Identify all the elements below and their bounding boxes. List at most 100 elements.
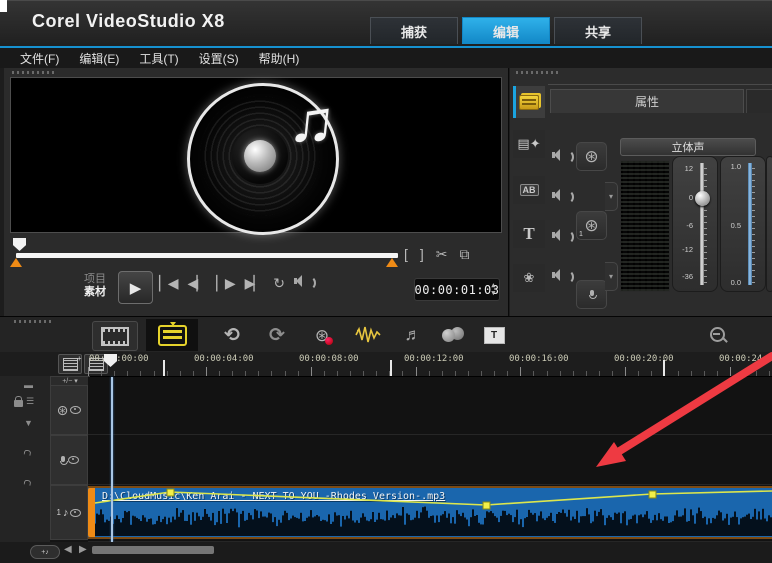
ruler-tick [429, 371, 430, 376]
gain-slider[interactable]: 120-6-12-36 [672, 156, 718, 292]
nav-title-button[interactable]: T [513, 220, 545, 248]
overlay-track-number: 1 [579, 231, 583, 238]
voice-track-row[interactable] [88, 435, 772, 485]
chevron-down-icon: ▾ [609, 192, 613, 201]
play-button[interactable]: ▶ [118, 271, 153, 304]
film-reel-icon: ⊛ [584, 217, 598, 234]
video-track-row[interactable] [88, 377, 772, 435]
zoom-out-button[interactable] [706, 321, 730, 349]
track-manager-button[interactable] [58, 354, 82, 374]
nav-graphics-button[interactable]: ❀ [513, 264, 545, 292]
video-track-header[interactable]: ⊛ [50, 385, 88, 435]
tab-edit[interactable]: 编辑 [462, 17, 550, 44]
ripple-edit-icon[interactable]: ▬ [24, 380, 33, 390]
timeline-ruler[interactable]: 00:00:00:0000:00:04:0000:00:08:0000:00:1… [88, 352, 772, 376]
audio-clip[interactable]: D:\CloudMusic\Ken Arai - NEXT TO YOU -Rh… [88, 486, 772, 539]
trim-start-handle[interactable] [10, 258, 22, 267]
voice-mute-icon[interactable] [552, 229, 566, 241]
mark-in-button[interactable]: [ [404, 246, 408, 263]
go-end-button[interactable]: ▶▏ [245, 275, 263, 292]
nav-transition-button[interactable]: ▤✦ [513, 130, 545, 158]
gain-scale-label: -12 [675, 245, 693, 254]
timecode-value: 00:00:01:03 [415, 283, 500, 297]
panel-drag-handle[interactable] [516, 71, 560, 74]
sound-mixer-button[interactable]: ♪ [350, 321, 386, 349]
ruler-tick [140, 371, 141, 376]
zoom-out-icon [710, 327, 726, 343]
ruler-tick [520, 367, 521, 376]
volume-envelope[interactable] [88, 488, 772, 537]
mode-clip-label[interactable]: 素材 [84, 286, 106, 299]
record-capture-button[interactable]: ⊛ [306, 321, 338, 349]
video-track-button[interactable]: ⊛ [576, 142, 607, 171]
motion-tracking-button[interactable] [438, 321, 472, 349]
ruler-tick [324, 371, 325, 376]
level-slider[interactable]: 1.00.50.0 [720, 156, 766, 292]
stereo-button[interactable]: 立体声 [620, 138, 756, 156]
scrubber-playhead[interactable] [13, 238, 26, 251]
timeline-playhead-line[interactable] [111, 377, 113, 542]
mark-out-button[interactable]: ] [420, 246, 424, 263]
menu-item-4[interactable]: 帮助(H) [259, 50, 300, 67]
gain-scale-label: 12 [675, 164, 693, 173]
timeline-view-button[interactable] [146, 319, 198, 351]
overlay-track-button[interactable]: ⊛ 1 [576, 211, 607, 240]
subtitle-editor-button[interactable]: T [478, 321, 510, 349]
ruler-tick [651, 371, 652, 376]
ruler-tick [678, 371, 679, 376]
music-track-header[interactable]: 1 ♪ [50, 485, 88, 540]
horizontal-scrollbar[interactable] [92, 546, 214, 554]
redo-button[interactable]: ⟳ [261, 321, 293, 349]
add-track-button[interactable]: +♪ [30, 545, 60, 559]
ruler-tick [245, 371, 246, 376]
tab-capture[interactable]: 捕获 [370, 17, 458, 44]
system-volume-icon[interactable] [294, 275, 308, 287]
panel-drag-handle[interactable] [12, 71, 56, 74]
timeline-area: 00:00:00:0000:00:04:0000:00:08:0000:00:1… [0, 352, 772, 563]
scroll-left-button[interactable]: ◀ [64, 544, 72, 555]
mode-project-label[interactable]: 项目 [84, 273, 106, 286]
scrubber-bar[interactable] [16, 253, 398, 258]
undo-button[interactable]: ⟲ [216, 321, 248, 349]
music-mute-icon[interactable] [552, 269, 566, 281]
timecode-down-icon[interactable]: ▼ [491, 289, 496, 297]
menu-item-2[interactable]: 工具(T) [139, 50, 178, 67]
prev-frame-button[interactable]: ◀▏ [188, 275, 206, 292]
trim-end-handle[interactable] [386, 258, 398, 267]
cut-icon[interactable]: ✂ [436, 246, 448, 263]
repeat-button[interactable]: ↻ [273, 275, 283, 292]
video-mute-icon[interactable] [552, 149, 566, 161]
timeline-toolbar: ⟲ ⟳ ⊛ ♪ ♬ T [0, 316, 772, 353]
storyboard-view-button[interactable] [92, 321, 138, 351]
menu-item-0[interactable]: 文件(F) [20, 50, 59, 67]
lock-all-button[interactable]: ☰ [14, 396, 34, 407]
panel-divider [548, 84, 772, 85]
menu-item-1[interactable]: 编辑(E) [79, 50, 119, 67]
auto-music-button[interactable]: ♬ [396, 321, 430, 349]
overlay-track-dropdown[interactable]: ▾ [605, 182, 618, 211]
music-note-icon: ♪ [63, 507, 69, 519]
music-track-dropdown[interactable]: ▾ [605, 262, 618, 291]
timecode-display[interactable]: 00:00:01:03 ▲▼ [414, 278, 500, 301]
go-start-button[interactable]: ▏◀ [159, 275, 177, 292]
timecode-up-icon[interactable]: ▲ [491, 281, 496, 289]
tab-properties[interactable]: 属性 [550, 89, 744, 113]
motion-tracking-icon [442, 327, 468, 343]
voice-track-button[interactable] [576, 280, 607, 309]
gain-thumb[interactable] [695, 191, 710, 206]
nav-subtitle-button[interactable]: AB [513, 176, 545, 204]
voice-track-header[interactable] [50, 435, 88, 485]
scroll-right-button[interactable]: ▶ [79, 544, 87, 555]
next-frame-button[interactable]: ▏▶ [216, 275, 234, 292]
enlarge-icon[interactable]: ⧉ [460, 246, 470, 263]
nav-media-button[interactable] [513, 86, 545, 118]
tab-share[interactable]: 共享 [554, 17, 642, 44]
ruler-marker-tick [663, 360, 665, 376]
collapse-tracks-icon[interactable]: ▼ [24, 418, 33, 428]
level-scale-label: 0.5 [723, 221, 741, 230]
menu-item-3[interactable]: 设置(S) [199, 50, 239, 67]
panel-drag-handle[interactable] [14, 320, 54, 323]
overlay-mute-icon[interactable] [552, 189, 566, 201]
ruler-marker-tick [163, 360, 165, 376]
tab-next-stub[interactable] [746, 89, 772, 113]
